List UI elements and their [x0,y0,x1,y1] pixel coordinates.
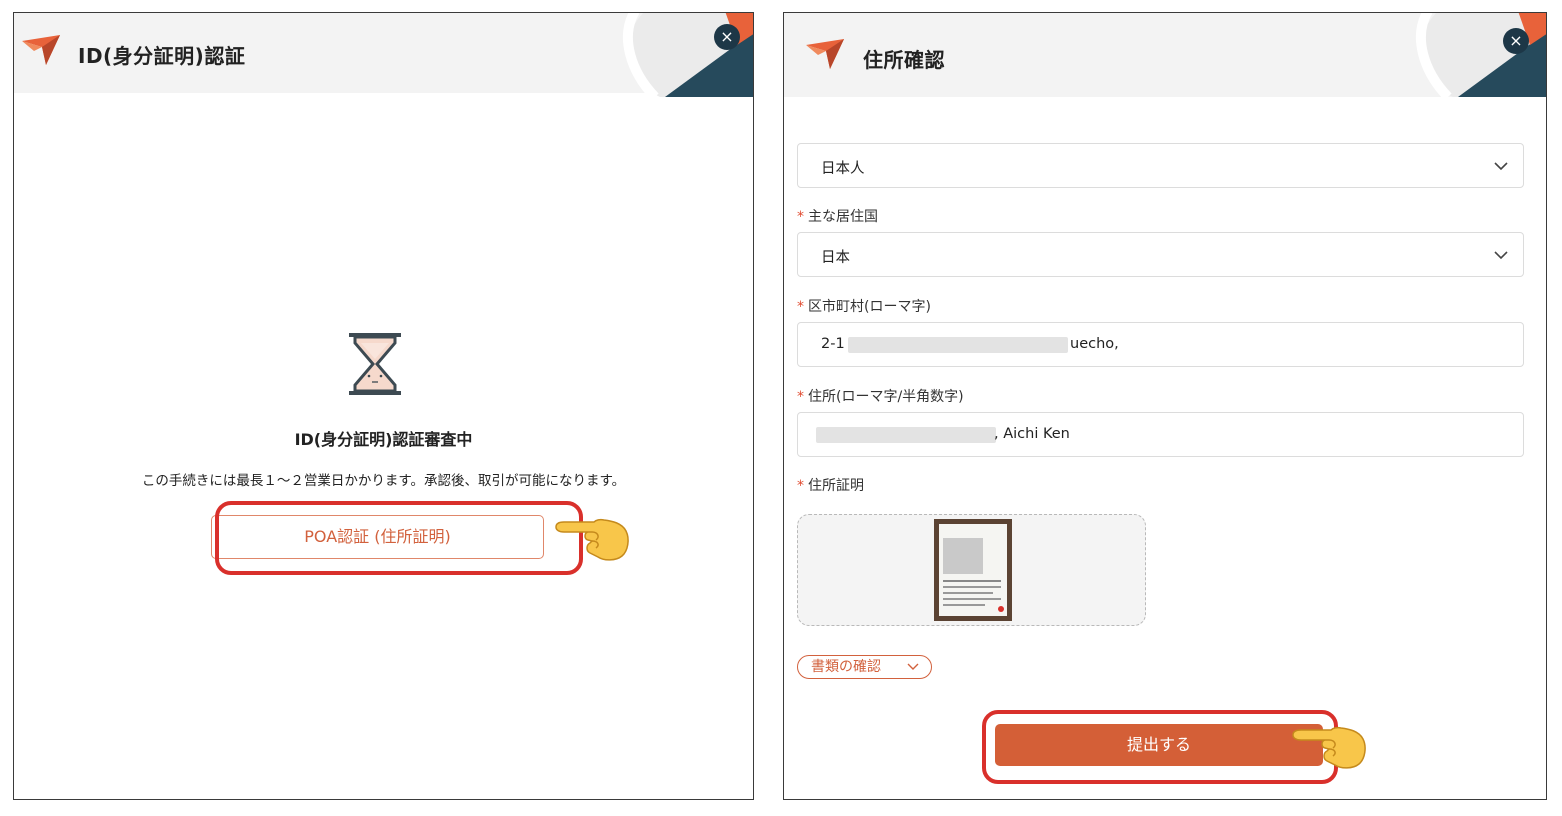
highlight-annotation [215,501,583,575]
required-mark: * [797,478,804,494]
required-mark: * [797,389,804,405]
document-paper [939,524,1007,616]
review-status-title: ID(身分証明)認証審査中 [294,430,473,449]
redacted-text [848,337,1068,353]
review-status-description: この手続きには最長１〜２営業日かかります。承認後、取引が可能になります。 [141,473,626,489]
city-input[interactable]: 2-1 uecho, [797,322,1524,367]
modal-header: 住所確認 × [784,13,1546,97]
brand-logo-icon [22,35,60,65]
address-verification-modal: 住所確認 × 日本人 * 主な居住国 日本 * 区市町村(ローマ字) 2-1 uec… [783,12,1547,800]
chevron-down-icon [1494,251,1508,260]
pointing-hand-icon [1292,726,1366,769]
address-input-suffix: , Aichi Ken [994,426,1070,442]
header-decoration [1416,13,1546,97]
brand-logo-icon [806,39,844,69]
document-check-toggle[interactable]: 書類の確認 [797,655,932,679]
uploaded-document-thumbnail[interactable] [934,519,1012,621]
city-input-prefix: 2-1 [821,336,845,352]
modal-header: ID(身分証明)認証 × [14,13,753,97]
redacted-text [816,427,996,443]
address-input[interactable]: , Aichi Ken [797,412,1524,457]
country-label: * 主な居住国 [797,209,878,225]
country-select[interactable]: 日本 [797,232,1524,277]
highlight-annotation [982,710,1338,784]
pointing-hand-icon [555,518,629,561]
nationality-select[interactable]: 日本人 [797,143,1524,188]
close-button[interactable]: × [714,24,740,50]
required-mark: * [797,299,804,315]
nationality-select-value: 日本人 [821,161,865,177]
modal-title: ID(身分証明)認証 [78,44,246,68]
required-mark: * [797,209,804,225]
chevron-down-icon [1494,162,1508,171]
address-label: * 住所(ローマ字/半角数字) [797,389,964,405]
proof-upload-area[interactable] [797,514,1146,626]
close-button[interactable]: × [1503,28,1529,54]
city-label: * 区市町村(ローマ字) [797,299,931,315]
hourglass-icon [349,333,401,395]
city-input-suffix: uecho, [1070,336,1119,352]
country-select-value: 日本 [821,250,850,266]
chevron-down-icon [907,663,919,670]
id-verification-modal: ID(身分証明)認証 × ID(身分証明)認証審査中 この手続きには最長１〜２営… [13,12,754,800]
proof-label: * 住所証明 [797,478,864,494]
modal-title: 住所確認 [863,48,945,72]
